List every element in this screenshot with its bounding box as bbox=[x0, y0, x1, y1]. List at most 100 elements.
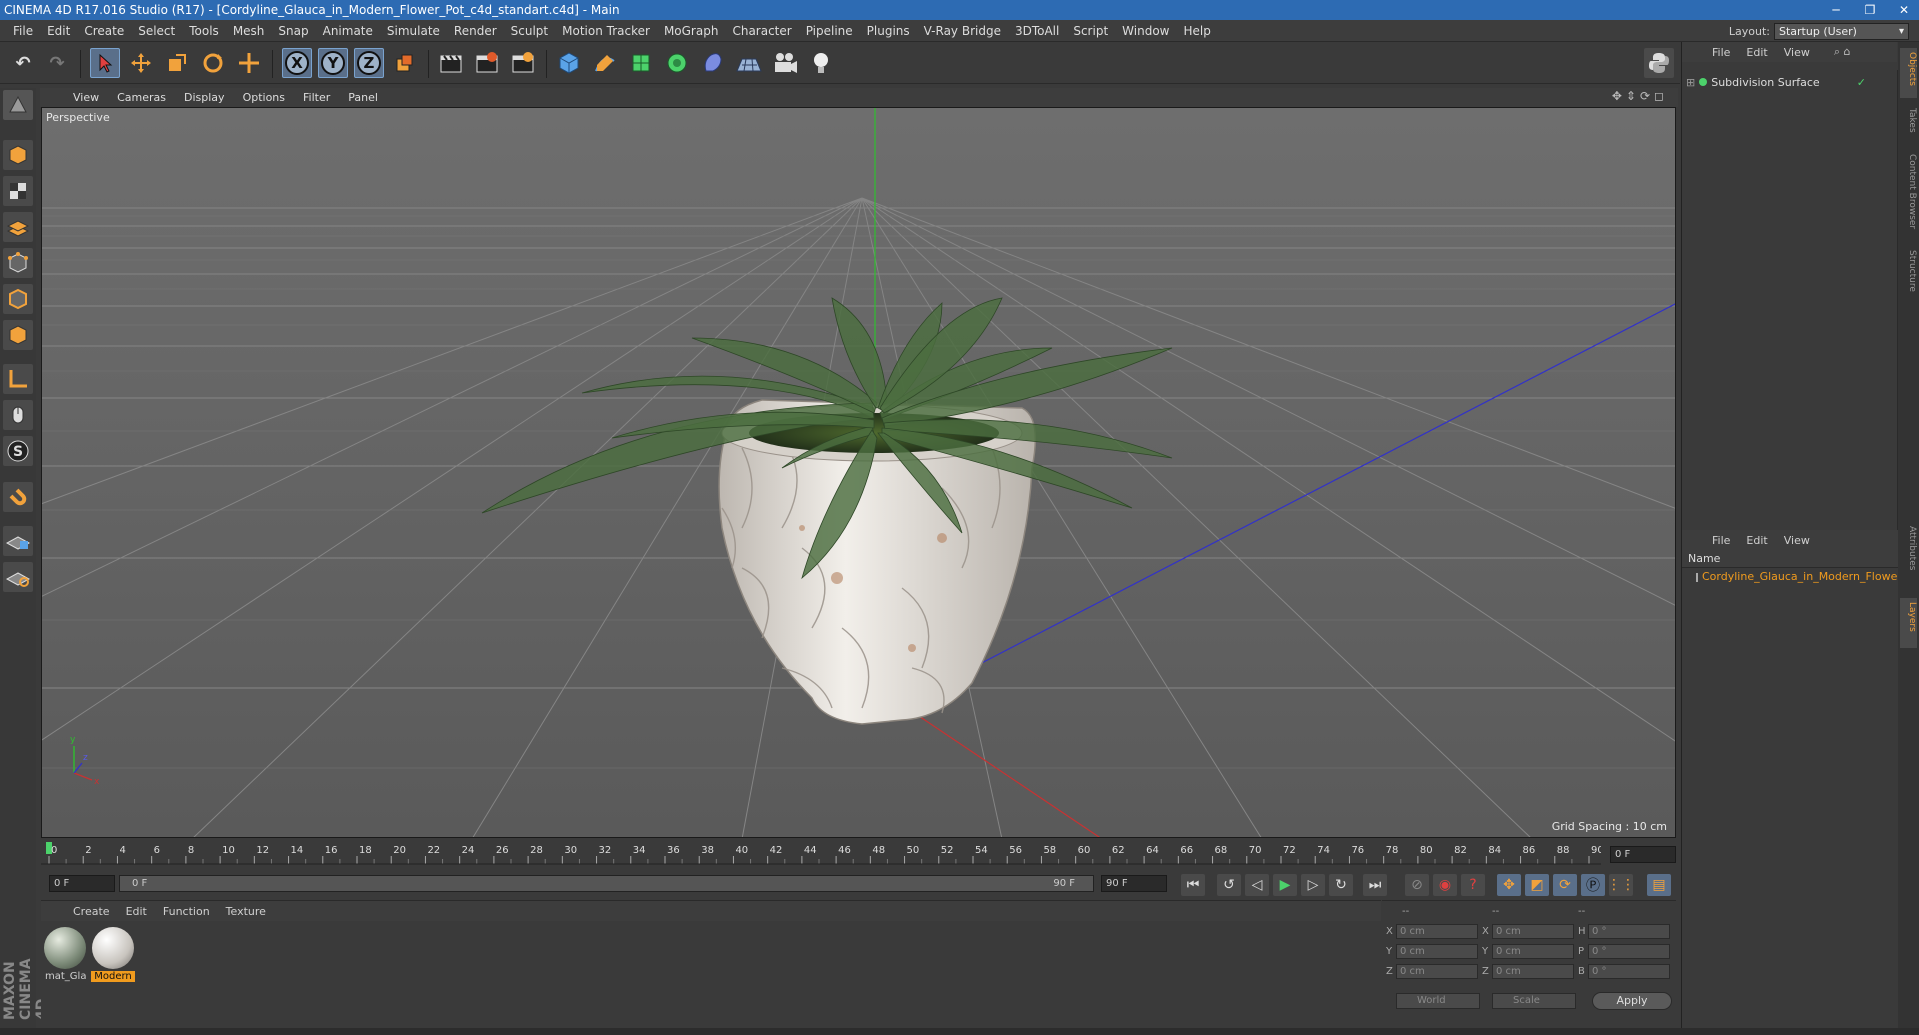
tab-structure[interactable]: Structure bbox=[1900, 246, 1917, 306]
y-axis-lock-icon[interactable]: Y bbox=[318, 48, 348, 78]
tab-attributes[interactable]: Attributes bbox=[1900, 522, 1917, 592]
menu-edit[interactable]: Edit bbox=[40, 24, 77, 38]
rotation-h-field[interactable]: 0 ° bbox=[1588, 924, 1670, 939]
object-menu-edit[interactable]: Edit bbox=[1738, 46, 1775, 59]
polygons-mode-icon[interactable] bbox=[3, 320, 33, 350]
timeline-ruler[interactable]: 0 2 4 6 8 10 12 14 16 18 20 22 24 26 28 30 32 34 36 38 40 42 4… bbox=[41, 840, 1676, 870]
transform-tool-icon[interactable] bbox=[234, 48, 264, 78]
render-settings-icon[interactable] bbox=[508, 48, 538, 78]
tab-layers[interactable]: Layers bbox=[1900, 598, 1917, 648]
key-scale-icon[interactable]: ◩ bbox=[1525, 874, 1549, 896]
size-x-field[interactable]: 0 cm bbox=[1492, 924, 1574, 939]
move-tool-icon[interactable] bbox=[126, 48, 156, 78]
start-frame-field[interactable]: 0 F bbox=[49, 875, 115, 892]
object-manager-search-icon[interactable]: ⌕ ⌂ bbox=[1834, 45, 1851, 59]
z-axis-lock-icon[interactable]: Z bbox=[354, 48, 384, 78]
next-key-icon[interactable]: ↻ bbox=[1329, 874, 1353, 896]
tab-objects[interactable]: Objects bbox=[1900, 48, 1917, 98]
viewport-navigation-icons[interactable]: ✥⇕⟳◻ bbox=[1612, 89, 1668, 103]
current-frame-field[interactable]: 0 F bbox=[1610, 846, 1676, 863]
size-mode-dropdown[interactable]: Scale bbox=[1492, 993, 1576, 1009]
menu-pipeline[interactable]: Pipeline bbox=[799, 24, 860, 38]
tweak-mode-icon[interactable] bbox=[3, 400, 33, 430]
material-swatch[interactable]: mat_Gla bbox=[43, 927, 87, 985]
scale-tool-icon[interactable] bbox=[162, 48, 192, 78]
keyframe-selection-icon[interactable]: ? bbox=[1461, 874, 1485, 896]
key-position-icon[interactable]: ✥ bbox=[1497, 874, 1521, 896]
deformer-icon[interactable] bbox=[698, 48, 728, 78]
menu-tools[interactable]: Tools bbox=[182, 24, 226, 38]
material-menu-create[interactable]: Create bbox=[65, 905, 118, 918]
spline-pen-icon[interactable] bbox=[590, 48, 620, 78]
menu-motion-tracker[interactable]: Motion Tracker bbox=[555, 24, 657, 38]
previous-frame-icon[interactable]: ◁ bbox=[1245, 874, 1269, 896]
redo-icon[interactable]: ↷ bbox=[42, 48, 72, 78]
menu-create[interactable]: Create bbox=[77, 24, 131, 38]
key-parameter-icon[interactable]: Ⓟ bbox=[1581, 874, 1605, 896]
autokey-icon[interactable]: ◉ bbox=[1433, 874, 1457, 896]
enable-axis-icon[interactable] bbox=[3, 364, 33, 394]
edges-mode-icon[interactable] bbox=[3, 284, 33, 314]
menu-file[interactable]: File bbox=[6, 24, 40, 38]
menu-select[interactable]: Select bbox=[131, 24, 182, 38]
menu-character[interactable]: Character bbox=[725, 24, 798, 38]
layer-name-column-header[interactable]: Name bbox=[1682, 550, 1898, 568]
light-icon[interactable] bbox=[806, 48, 836, 78]
locked-workplane-icon[interactable] bbox=[3, 526, 33, 556]
previous-key-icon[interactable]: ↺ bbox=[1217, 874, 1241, 896]
viewport-menu-cameras[interactable]: Cameras bbox=[108, 91, 175, 104]
tab-takes[interactable]: Takes bbox=[1900, 104, 1917, 144]
play-forward-icon[interactable]: ▶ bbox=[1273, 874, 1297, 896]
layout-dropdown[interactable]: Startup (User) bbox=[1774, 23, 1909, 40]
viewport-menu-display[interactable]: Display bbox=[175, 91, 234, 104]
points-mode-icon[interactable] bbox=[3, 248, 33, 278]
go-to-start-icon[interactable]: ⏮ bbox=[1181, 874, 1205, 896]
timeline-window-icon[interactable]: ▤ bbox=[1647, 874, 1671, 896]
menu-simulate[interactable]: Simulate bbox=[380, 24, 447, 38]
menu-window[interactable]: Window bbox=[1115, 24, 1176, 38]
mograph-cloner-icon[interactable] bbox=[662, 48, 692, 78]
object-menu-view[interactable]: View bbox=[1776, 46, 1818, 59]
menu-render[interactable]: Render bbox=[447, 24, 504, 38]
perspective-viewport[interactable]: y x z Perspective Grid Spacing : 10 cm bbox=[41, 107, 1676, 838]
viewport-menu-view[interactable]: View bbox=[64, 91, 108, 104]
coordinate-mode-dropdown[interactable]: World bbox=[1396, 993, 1480, 1009]
layer-menu-edit[interactable]: Edit bbox=[1738, 534, 1775, 547]
make-editable-icon[interactable] bbox=[3, 90, 33, 120]
preview-range-slider[interactable]: 0 F 90 F bbox=[119, 875, 1094, 892]
object-menu-file[interactable]: File bbox=[1704, 46, 1738, 59]
x-axis-lock-icon[interactable]: X bbox=[282, 48, 312, 78]
visibility-check-icon[interactable]: ✓ bbox=[1857, 76, 1866, 89]
minimize-button[interactable]: ─ bbox=[1827, 0, 1845, 20]
object-row-subdivision-surface[interactable]: ⊞ Subdivision Surface ✓ bbox=[1686, 74, 1866, 90]
rotation-b-field[interactable]: 0 ° bbox=[1588, 964, 1670, 979]
material-menu-function[interactable]: Function bbox=[155, 905, 218, 918]
workplane-mode-icon[interactable] bbox=[3, 212, 33, 242]
rotation-p-field[interactable]: 0 ° bbox=[1588, 944, 1670, 959]
camera-icon[interactable] bbox=[770, 48, 800, 78]
menu-vray-bridge[interactable]: V-Ray Bridge bbox=[917, 24, 1008, 38]
menu-animate[interactable]: Animate bbox=[316, 24, 380, 38]
magnet-icon[interactable] bbox=[3, 482, 33, 512]
viewport-menu-options[interactable]: Options bbox=[234, 91, 294, 104]
position-z-field[interactable]: 0 cm bbox=[1396, 964, 1478, 979]
menu-snap[interactable]: Snap bbox=[271, 24, 315, 38]
key-rotation-icon[interactable]: ⟳ bbox=[1553, 874, 1577, 896]
position-x-field[interactable]: 0 cm bbox=[1396, 924, 1478, 939]
render-view-icon[interactable] bbox=[436, 48, 466, 78]
menu-sculpt[interactable]: Sculpt bbox=[504, 24, 555, 38]
menu-mograph[interactable]: MoGraph bbox=[657, 24, 726, 38]
viewport-menu-panel[interactable]: Panel bbox=[339, 91, 387, 104]
material-menu-edit[interactable]: Edit bbox=[118, 905, 155, 918]
viewport-menu-filter[interactable]: Filter bbox=[294, 91, 339, 104]
menu-plugins[interactable]: Plugins bbox=[860, 24, 917, 38]
render-to-picture-viewer-icon[interactable] bbox=[472, 48, 502, 78]
snapping-icon[interactable]: S bbox=[3, 436, 33, 466]
close-button[interactable]: ✕ bbox=[1895, 0, 1913, 20]
model-mode-icon[interactable] bbox=[3, 140, 33, 170]
size-y-field[interactable]: 0 cm bbox=[1492, 944, 1574, 959]
tab-content-browser[interactable]: Content Browser bbox=[1900, 150, 1917, 240]
rotate-tool-icon[interactable] bbox=[198, 48, 228, 78]
select-pointer-icon[interactable] bbox=[90, 48, 120, 78]
texture-mode-icon[interactable] bbox=[3, 176, 33, 206]
